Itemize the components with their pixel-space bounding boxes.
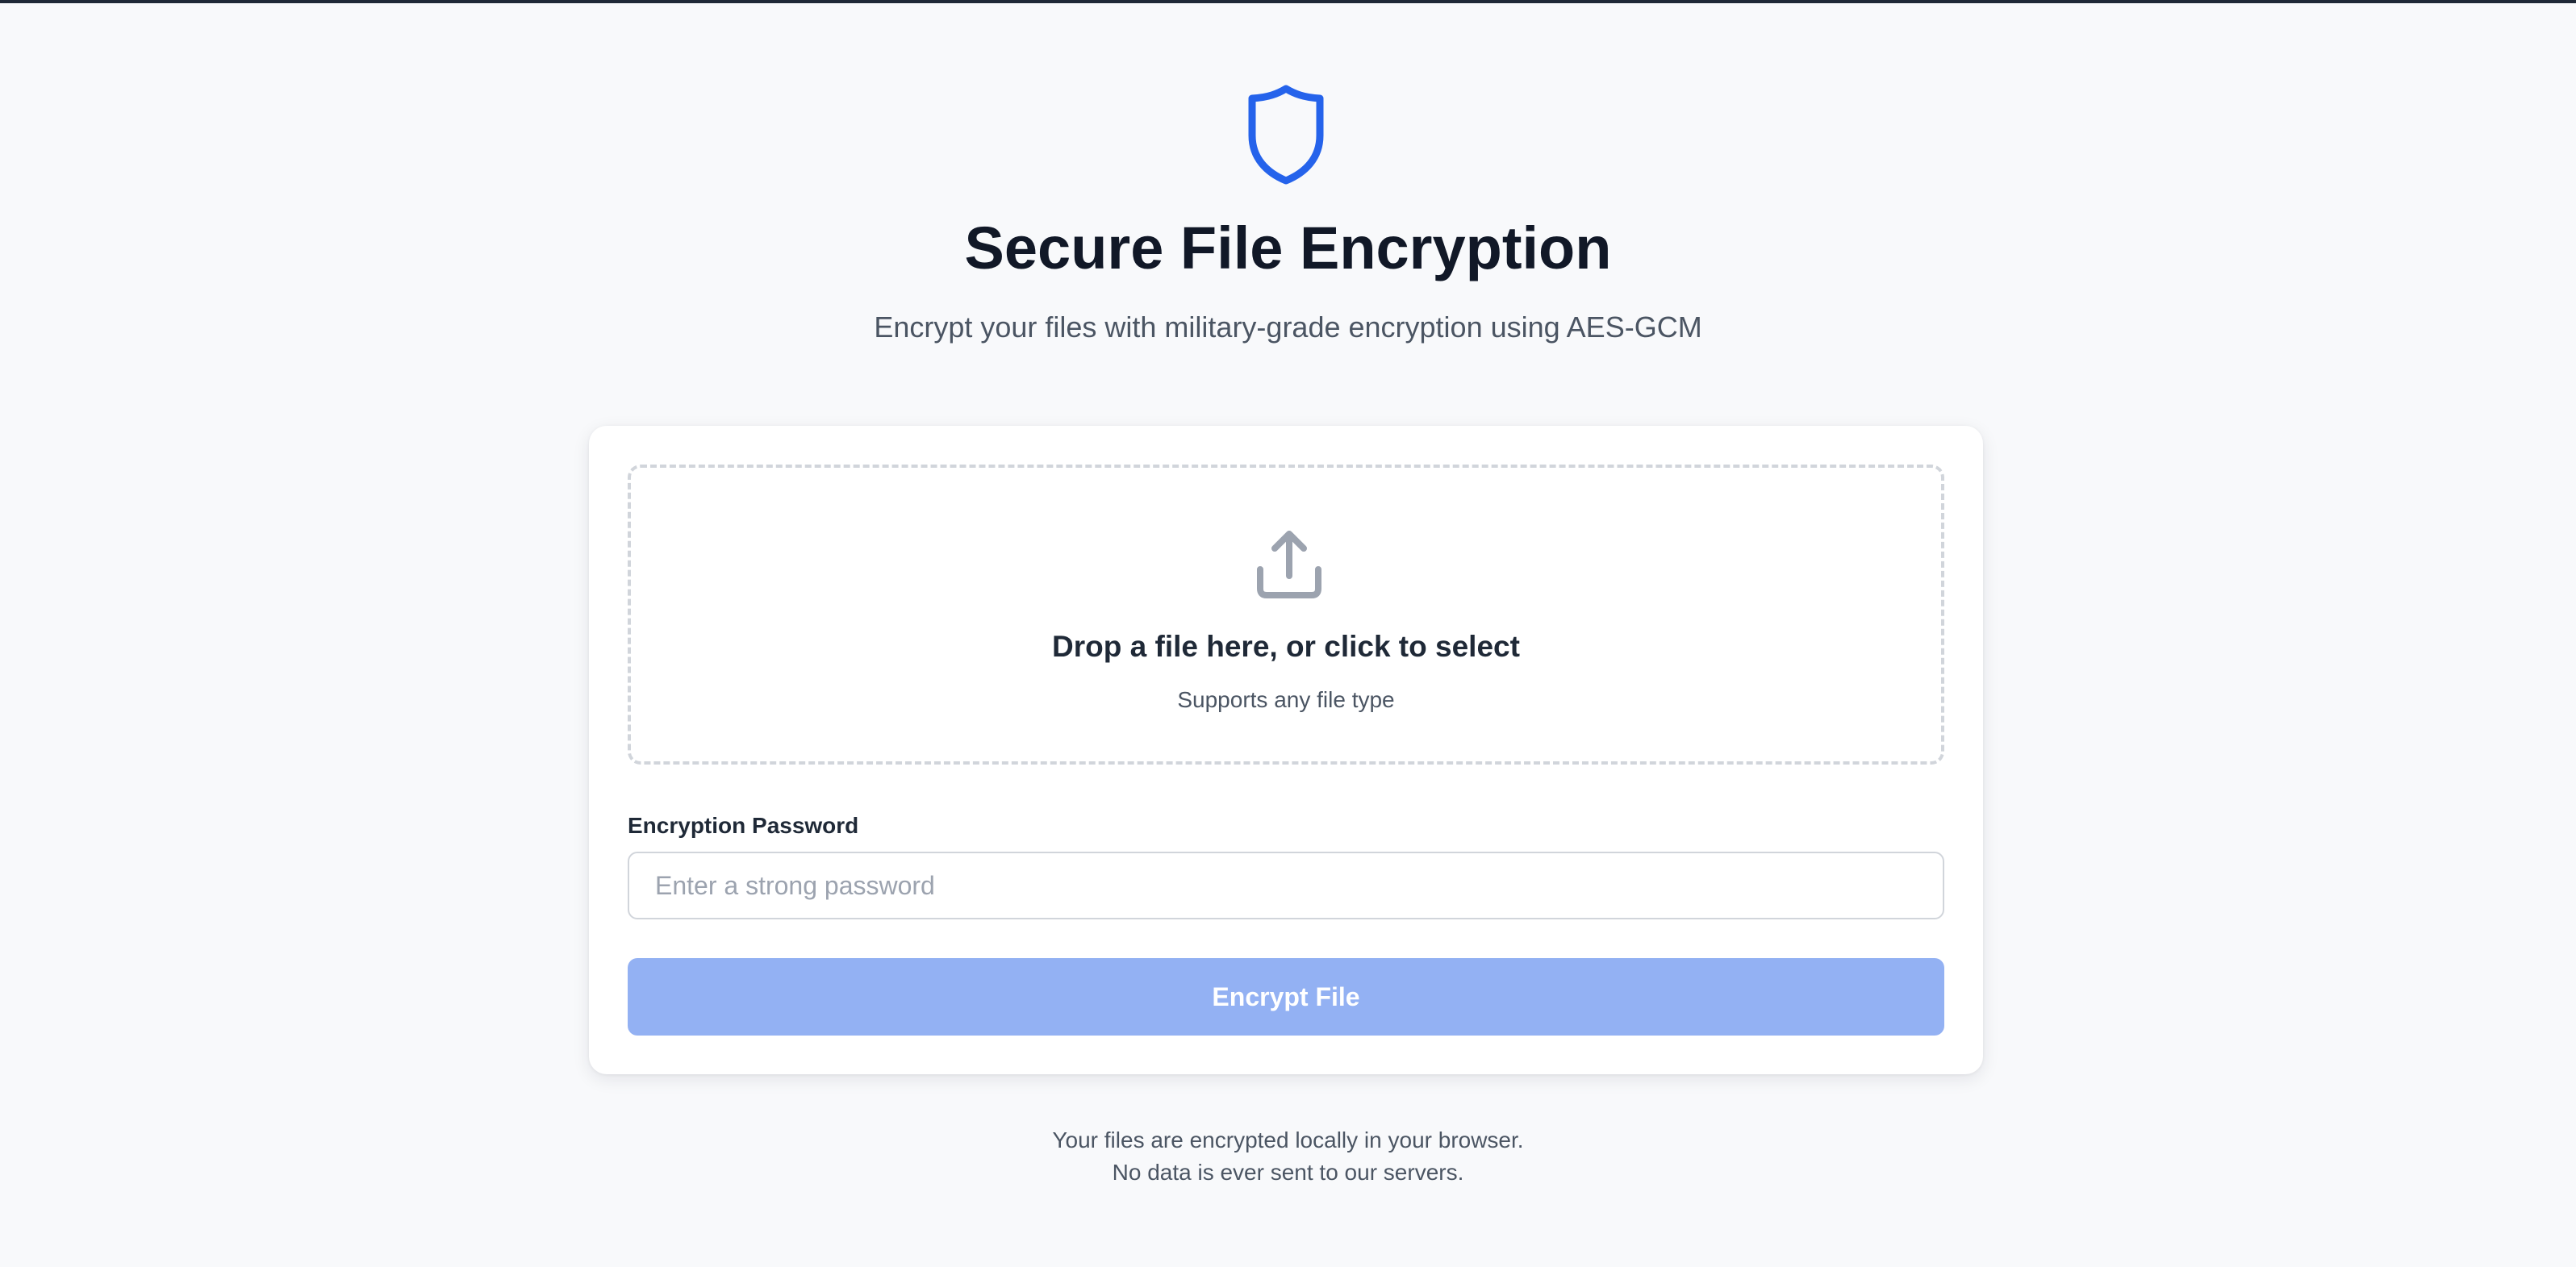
privacy-note-line-2: No data is ever sent to our servers. [1112, 1160, 1464, 1185]
dropzone-title: Drop a file here, or click to select [1052, 630, 1520, 663]
dropzone-subtitle: Supports any file type [1177, 687, 1395, 712]
page-title: Secure File Encryption [964, 215, 1612, 281]
upload-icon [1257, 531, 1321, 598]
shield-icon [1248, 85, 1324, 185]
encrypt-file-button[interactable]: Encrypt File [628, 958, 1944, 1036]
page-subtitle: Encrypt your files with military-grade e… [874, 310, 1702, 344]
password-label: Encryption Password [628, 813, 859, 838]
file-dropzone[interactable]: Drop a file here, or click to select Sup… [628, 465, 1944, 765]
privacy-note-line-1: Your files are encrypted locally in your… [1052, 1127, 1524, 1152]
encryption-card: Drop a file here, or click to select Sup… [589, 426, 1983, 1074]
privacy-note: Your files are encrypted locally in your… [0, 1124, 2576, 1189]
password-input[interactable] [628, 852, 1944, 919]
